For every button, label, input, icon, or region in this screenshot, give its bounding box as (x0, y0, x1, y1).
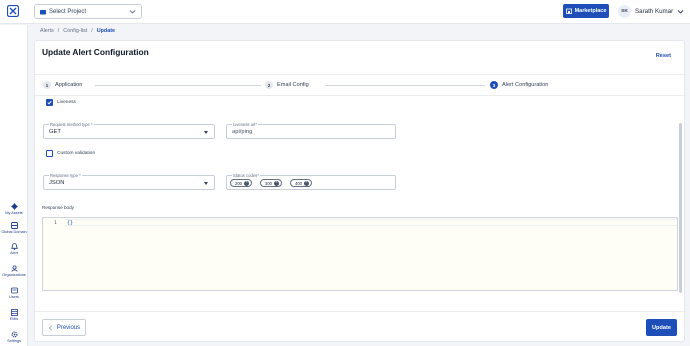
marketplace-button[interactable]: Marketplace (563, 4, 609, 18)
step-alert-configuration[interactable]: 3 Alert Configuration (490, 81, 548, 89)
step-application[interactable]: 1 Application (43, 81, 82, 89)
status-code-value: 400 (295, 180, 302, 186)
editor-code[interactable]: {} (67, 220, 73, 226)
breadcrumb-alerts[interactable]: Alerts (40, 28, 54, 34)
caret-down-icon (204, 131, 208, 134)
user-menu[interactable]: SK Sarath Kumar (618, 5, 684, 18)
sidebar-item-label: Global Domain (1, 230, 27, 234)
editor-gutter: 1 (43, 218, 65, 290)
step-label: Alert Configuration (502, 82, 549, 88)
page-title: Update Alert Configuration (42, 47, 149, 57)
sidebar-item-alert[interactable]: Alert (0, 243, 28, 255)
organizations-icon (10, 265, 18, 272)
status-code-value: 300 (265, 180, 272, 186)
sidebar-item-emis[interactable]: EMIs (0, 309, 28, 321)
liveness-url-label: Liveness url* (232, 122, 258, 127)
status-codes-input[interactable]: Status codes* 200 × 300 × 400 × (226, 173, 396, 190)
update-button[interactable]: Update (646, 319, 677, 336)
assets-icon (10, 203, 18, 210)
main-card: Update Alert Configuration Reset 1 Appli… (34, 40, 686, 342)
caret-down-icon (204, 182, 208, 185)
step-number: 3 (490, 81, 498, 89)
sidebar-item-settings[interactable]: Settings (0, 331, 28, 343)
custom-validation-checkbox[interactable] (46, 150, 53, 157)
stepper: 1 Application 2 Email Config 3 Alert Con… (35, 74, 686, 96)
response-type-label: Response type * (49, 173, 82, 178)
liveness-url-value: api/ping (232, 129, 253, 135)
project-select-label: Select Project (49, 8, 87, 15)
breadcrumb-separator: / (91, 28, 93, 34)
app-logo-icon[interactable] (7, 5, 19, 17)
sidebar-item-label: Settings (7, 339, 21, 343)
step-label: Email Config (277, 82, 309, 88)
status-code-chip[interactable]: 400 × (290, 179, 312, 187)
sidebar-item-label: My Assets (5, 211, 23, 215)
liveness-label: Liveness (57, 100, 76, 105)
step-connector (325, 85, 485, 86)
remove-chip-icon[interactable]: × (274, 180, 279, 186)
editor-current-line (65, 219, 677, 226)
request-method-value: GET (49, 129, 61, 135)
status-code-value: 200 (235, 180, 242, 186)
reset-button[interactable]: Reset (656, 53, 671, 59)
request-method-select[interactable]: Request method type * GET (43, 122, 215, 139)
sidebar-item-my-assets[interactable]: My Assets (0, 203, 28, 215)
sidebar-item-label: Alert (10, 251, 18, 255)
previous-label: Previous (56, 324, 81, 331)
custom-validation-checkbox-row[interactable]: Custom validation (46, 150, 95, 157)
users-icon (10, 287, 18, 294)
response-body-label: Response body (42, 205, 74, 210)
remove-chip-icon[interactable]: × (244, 180, 249, 186)
footer-divider (35, 311, 686, 312)
sidebar-item-label: EMIs (9, 317, 19, 321)
step-label: Application (55, 82, 83, 88)
avatar: SK (618, 5, 631, 18)
store-icon (565, 8, 572, 14)
folder-icon (40, 9, 46, 14)
marketplace-label: Marketplace (574, 8, 607, 14)
breadcrumb-current: Update (96, 28, 116, 34)
request-method-label: Request method type * (49, 122, 94, 127)
step-connector (95, 85, 261, 86)
liveness-checkbox-row[interactable]: Liveness (46, 99, 76, 106)
status-code-chip[interactable]: 300 × (260, 179, 282, 187)
vertical-scrollbar[interactable] (679, 123, 682, 293)
sidebar-item-users[interactable]: Users (0, 287, 28, 299)
sidebar-item-global-domain[interactable]: Global Domain (0, 222, 28, 234)
chevron-down-icon (677, 10, 684, 14)
sidebar-item-label: Organizations (2, 273, 26, 277)
liveness-url-input[interactable]: Liveness url* api/ping (226, 122, 396, 139)
user-name: Sarath Kumar (635, 8, 674, 15)
sidebar: My Assets Global Domain Alert Organizati… (0, 25, 28, 346)
line-number: 1 (54, 221, 57, 226)
top-bar: Select Project Marketplace SK Sarath Kum… (0, 0, 690, 24)
breadcrumb-separator: / (57, 28, 60, 34)
chevron-left-icon (48, 325, 52, 330)
domain-icon (10, 222, 18, 229)
status-code-chip[interactable]: 200 × (230, 179, 252, 187)
bell-icon (10, 243, 18, 250)
sidebar-item-label: Users (9, 295, 19, 299)
gear-icon (11, 331, 17, 338)
check-icon (47, 100, 52, 105)
chevron-down-icon (129, 10, 136, 14)
custom-validation-label: Custom validation (57, 151, 96, 156)
status-codes-label: Status codes* (232, 173, 260, 178)
breadcrumb-config-list[interactable]: Config-list (63, 28, 87, 34)
liveness-checkbox[interactable] (46, 99, 53, 106)
previous-button[interactable]: Previous (42, 319, 86, 336)
response-type-value: JSON (49, 180, 65, 186)
sidebar-item-organizations[interactable]: Organizations (0, 265, 28, 277)
project-select[interactable]: Select Project (34, 4, 142, 19)
response-body-editor[interactable]: 1 {} (42, 217, 678, 291)
step-email-config[interactable]: 2 Email Config (265, 81, 309, 89)
response-type-select[interactable]: Response type * JSON (43, 173, 215, 190)
step-number: 1 (43, 81, 51, 89)
step-number: 2 (265, 81, 273, 89)
remove-chip-icon[interactable]: × (304, 180, 309, 186)
breadcrumb: Alerts / Config-list / Update (40, 28, 115, 34)
emis-icon (10, 309, 18, 316)
